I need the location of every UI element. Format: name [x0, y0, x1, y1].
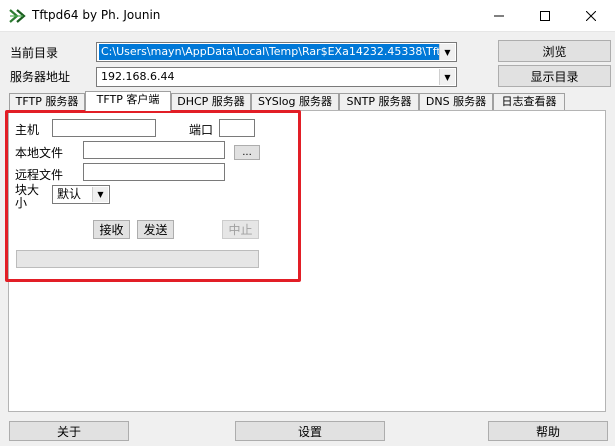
tab-tftp-server[interactable]: TFTP 服务器	[9, 93, 85, 110]
tab-tftp-client[interactable]: TFTP 客户端	[85, 91, 171, 111]
block-size-label-line2: 小	[15, 196, 28, 210]
help-button[interactable]: 帮助	[488, 421, 608, 441]
remote-file-input[interactable]	[83, 163, 225, 181]
block-size-combo[interactable]: 默认 ▼	[52, 185, 110, 204]
title-bar: Tftpd64 by Ph. Jounin	[0, 0, 615, 32]
local-file-browse-button[interactable]: ...	[234, 145, 260, 160]
local-file-input[interactable]	[83, 141, 225, 159]
maximize-icon	[540, 10, 550, 21]
block-size-label-line1: 块大	[15, 183, 40, 197]
about-button[interactable]: 关于	[9, 421, 129, 441]
transfer-progress-bar	[16, 250, 259, 268]
server-addr-combo[interactable]: 192.168.6.44 ▼	[96, 67, 457, 87]
window-title: Tftpd64 by Ph. Jounin	[32, 8, 161, 22]
current-dir-combo[interactable]: C:\Users\mayn\AppData\Local\Temp\Rar$EXa…	[96, 42, 457, 62]
current-dir-value: C:\Users\mayn\AppData\Local\Temp\Rar$EXa…	[99, 44, 439, 60]
receive-button[interactable]: 接收	[93, 220, 130, 239]
close-button[interactable]	[568, 0, 614, 31]
send-button[interactable]: 发送	[137, 220, 174, 239]
close-icon	[586, 10, 596, 21]
chevron-down-icon[interactable]: ▼	[92, 187, 108, 202]
local-file-label: 本地文件	[15, 146, 64, 160]
browse-button[interactable]: 浏览	[498, 40, 611, 62]
host-label: 主机	[15, 123, 40, 137]
tab-sntp-server[interactable]: SNTP 服务器	[339, 93, 419, 110]
current-dir-label: 当前目录	[10, 46, 59, 60]
minimize-button[interactable]	[476, 0, 522, 31]
server-addr-value: 192.168.6.44	[101, 70, 175, 83]
block-size-value: 默认	[57, 187, 82, 201]
tftpd-app-icon	[9, 9, 26, 23]
tftpd-window: Tftpd64 by Ph. Jounin 当前目录 C:\Users\mayn…	[0, 0, 615, 446]
host-input[interactable]	[52, 119, 156, 137]
minimize-icon	[494, 15, 504, 16]
remote-file-label: 远程文件	[15, 168, 64, 182]
port-label: 端口	[189, 123, 214, 137]
tab-log-viewer[interactable]: 日志查看器	[493, 93, 565, 110]
tab-syslog-server[interactable]: SYSlog 服务器	[251, 93, 339, 110]
tab-dns-server[interactable]: DNS 服务器	[419, 93, 493, 110]
block-size-label: 块大小	[15, 184, 39, 210]
settings-button[interactable]: 设置	[235, 421, 385, 441]
show-dir-button[interactable]: 显示目录	[498, 65, 611, 87]
port-input[interactable]	[219, 119, 255, 137]
tab-dhcp-server[interactable]: DHCP 服务器	[171, 93, 251, 110]
chevron-down-icon[interactable]: ▼	[439, 69, 455, 85]
server-addr-label: 服务器地址	[10, 70, 71, 84]
maximize-button[interactable]	[522, 0, 568, 31]
abort-button[interactable]: 中止	[222, 220, 259, 239]
chevron-down-icon[interactable]: ▼	[439, 44, 455, 60]
